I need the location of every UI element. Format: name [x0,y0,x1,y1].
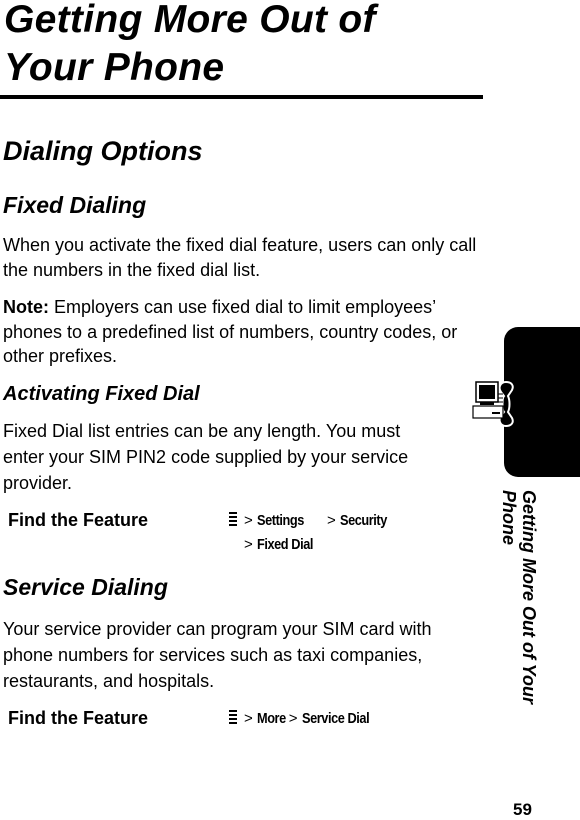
side-title-line1: Getting More Out of Your [519,490,539,704]
note-text: Employers can use fixed dial to limit em… [3,297,458,366]
menu-path-more: More [256,710,286,727]
service-dialing-body: Your service provider can program your S… [3,619,432,691]
chapter-title-line2: Your Phone [4,46,225,89]
menu-key-icon [228,511,238,527]
path-separator: > [244,536,253,553]
activating-fixed-dial-body: Fixed Dial list entries can be any lengt… [3,421,409,493]
fixed-dialing-heading: Fixed Dialing [3,192,147,218]
note-label: Note: [3,297,49,317]
fixed-dialing-note: Note: Employers can use fixed dial to li… [3,295,481,369]
menu-path-settings: Settings [256,512,304,529]
side-title-line2: Phone [499,490,519,546]
section-title: Dialing Options [3,136,203,166]
path-separator: > [244,710,253,727]
find-feature-label-fixed-dial: Find the Feature [8,510,149,530]
service-dialing-heading: Service Dialing [3,574,168,600]
find-feature-path-fixed-dial: > Settings > Security > Fixed Dial [228,509,395,557]
title-divider [0,95,483,99]
chapter-title: Getting More Out of Your Phone [4,0,376,92]
path-separator: > [244,512,253,529]
find-feature-label-service-dial: Find the Feature [8,708,149,728]
chapter-title-line1: Getting More Out of [4,0,376,41]
fixed-dialing-body: When you activate the fixed dial feature… [3,235,477,280]
find-feature-path-service-dial: > More > Service Dial [228,707,381,731]
menu-key-icon [228,709,238,725]
side-chapter-title: Getting More Out of Your Phone [497,490,557,760]
path-separator: > [326,512,336,529]
menu-path-security: Security [339,512,387,529]
computer-phone-icon [472,378,514,430]
page-number: 59 [513,800,532,819]
activating-fixed-dial-heading: Activating Fixed Dial [3,383,200,405]
menu-path-fixed-dial: Fixed Dial [256,536,313,553]
menu-path-service-dial: Service Dial [301,710,370,727]
path-separator: > [288,710,298,727]
